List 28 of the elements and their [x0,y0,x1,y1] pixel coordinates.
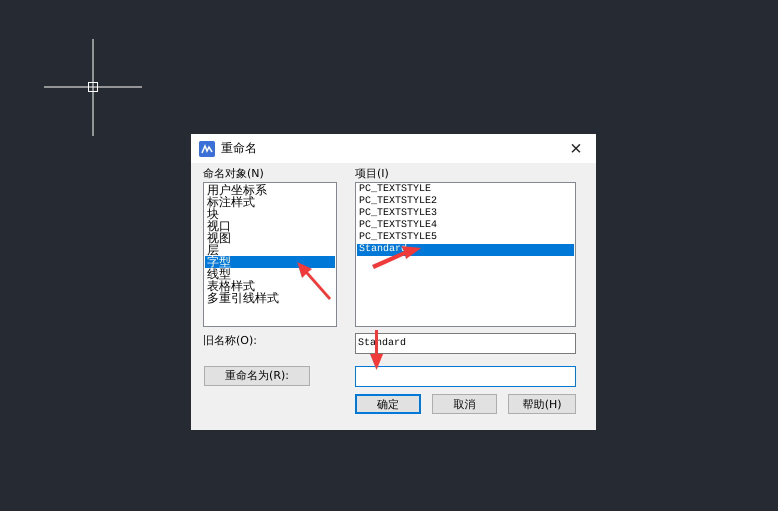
list-item[interactable]: PC_TEXTSTYLE [357,184,574,196]
list-item[interactable]: 用户坐标系 [205,184,335,196]
list-item[interactable]: 视口 [205,220,335,232]
list-item[interactable]: 线型 [205,268,335,280]
list-item[interactable]: 表格样式 [205,280,335,292]
list-item[interactable]: 块 [205,208,335,220]
list-item[interactable]: PC_TEXTSTYLE5 [357,232,574,244]
new-name-field[interactable] [355,366,576,387]
list-item[interactable]: 字型 [205,256,335,268]
list-item[interactable]: PC_TEXTSTYLE2 [357,196,574,208]
crosshair-cursor-icon [44,39,142,136]
items-label: 项目(I) [355,166,390,182]
close-button[interactable]: × [564,136,588,160]
window-title: 重命名 [221,140,258,157]
old-name-label: 旧名称(O): [203,334,257,347]
objects-label: 命名对象(N) [203,166,265,182]
list-item[interactable]: 多重引线样式 [205,292,335,304]
annotation-arrow-icon [297,262,331,300]
list-item[interactable]: PC_TEXTSTYLE3 [357,208,574,220]
list-item[interactable]: 标注样式 [205,196,335,208]
dialog-button[interactable]: 确定 [355,394,421,414]
app-logo-icon [199,140,215,156]
dialog-button[interactable]: 取消 [432,394,498,414]
dialog-button[interactable]: 帮助(H) [508,394,576,414]
list-item[interactable]: 层 [205,244,335,256]
rename-to-button[interactable]: 重命名为(R): [204,366,310,386]
list-item[interactable]: PC_TEXTSTYLE4 [357,220,574,232]
list-item[interactable]: 视图 [205,232,335,244]
